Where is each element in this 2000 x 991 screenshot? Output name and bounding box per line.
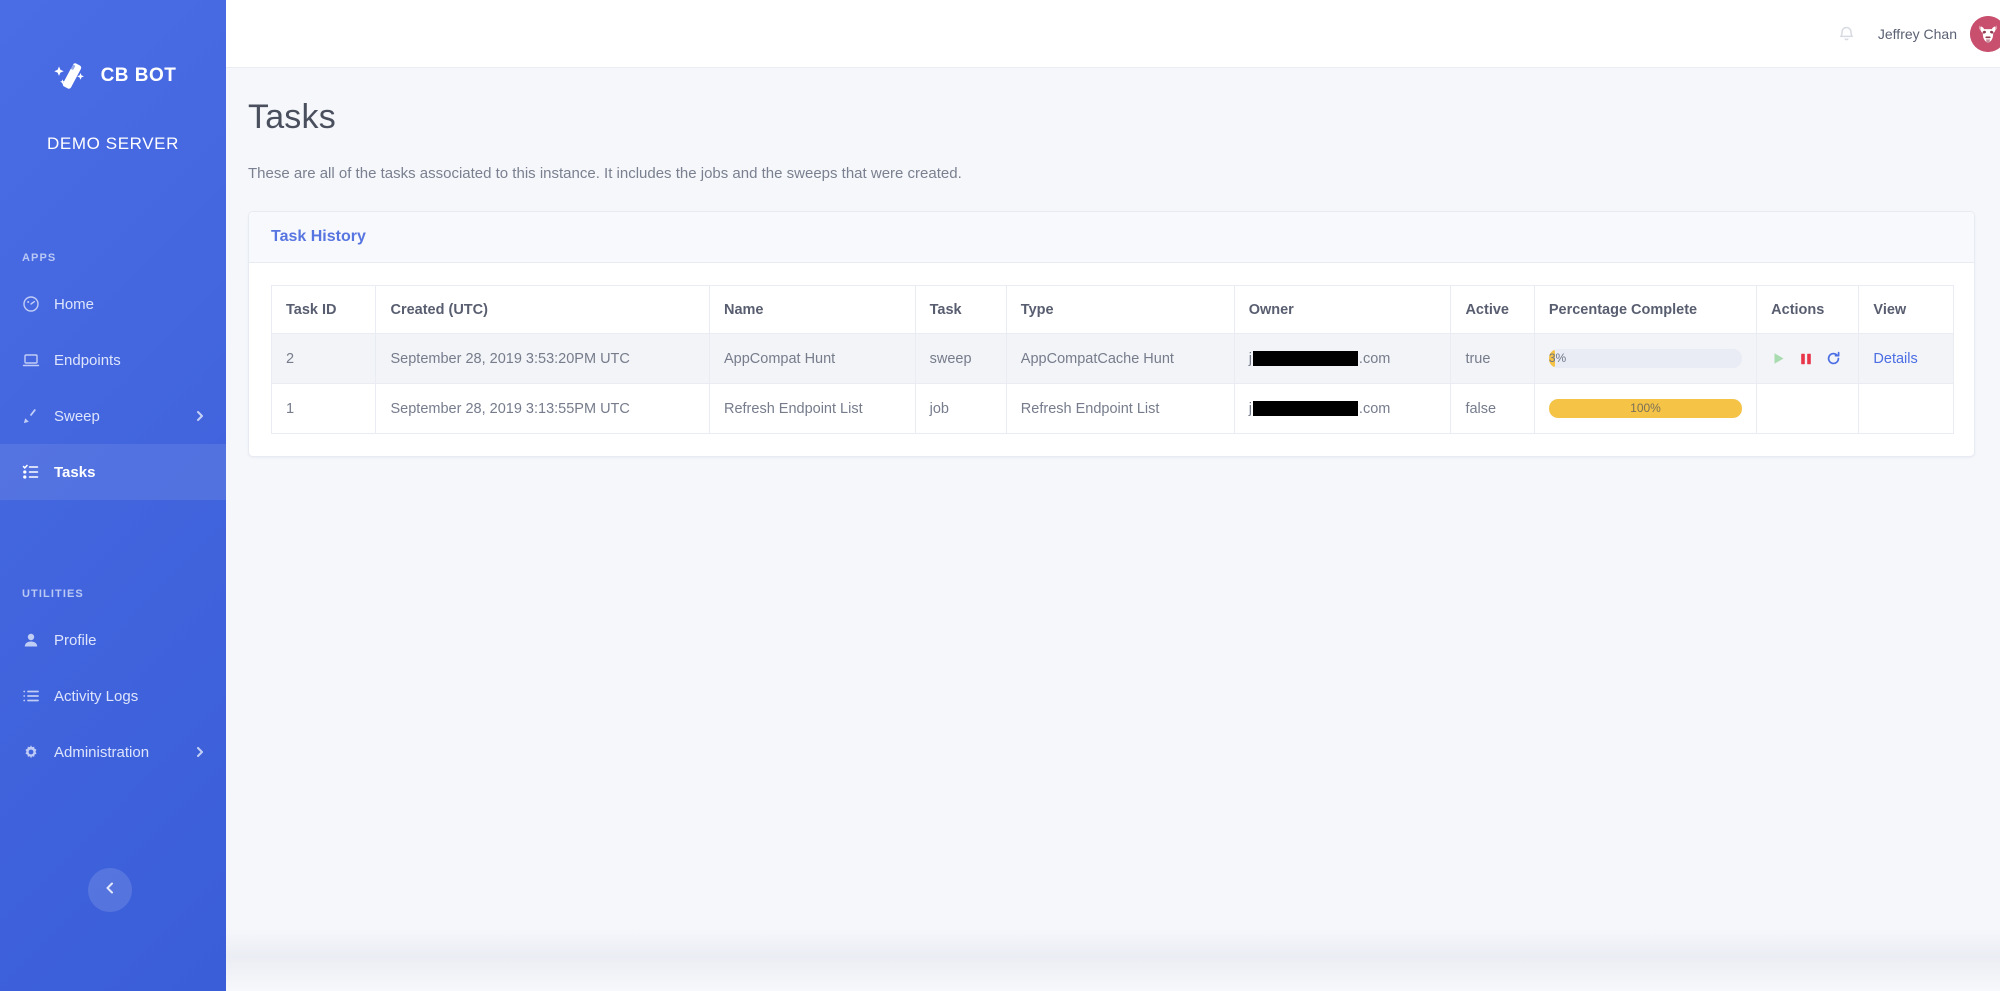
avatar[interactable] [1970, 15, 2000, 52]
sidebar-item-label: Home [54, 295, 95, 313]
app-root: CB BOT DEMO SERVER APPS Home Endpoints S… [0, 0, 2000, 991]
cell-owner: j .com [1233, 383, 1452, 434]
cell-view [1858, 383, 1954, 434]
cell-active: false [1450, 383, 1535, 434]
card-header: Task History [249, 212, 1974, 263]
cell-owner: j .com [1233, 333, 1452, 384]
redaction-bar [1252, 351, 1358, 366]
tasks-table: Task ID Created (UTC) Name Task Type Own… [270, 285, 1954, 434]
user-name: Jeffrey Chan [1877, 25, 1957, 42]
cell-view: Details [1858, 333, 1954, 384]
table-head: Task ID Created (UTC) Name Task Type Own… [270, 285, 1954, 334]
column-header-view: View [1858, 285, 1954, 334]
task-history-card: Task History Task ID Created (UTC) Name … [248, 211, 1975, 457]
card-title: Task History [271, 228, 366, 245]
play-icon[interactable] [1771, 351, 1786, 366]
brand[interactable]: CB BOT [0, 0, 226, 120]
table-row[interactable]: 2 September 28, 2019 3:53:20PM UTC AppCo… [270, 333, 1954, 384]
column-header-active: Active [1450, 285, 1535, 334]
page-title: Tasks [248, 98, 336, 136]
cell-created: September 28, 2019 3:53:20PM UTC [375, 333, 710, 384]
sidebar-collapse-button[interactable] [88, 868, 132, 912]
gear-icon [22, 743, 40, 761]
task-list-icon [22, 463, 40, 481]
sidebar-item-label: Profile [54, 631, 97, 649]
cell-type: Refresh Endpoint List [1005, 383, 1235, 434]
column-header-name: Name [708, 285, 916, 334]
progress-bar: 100% [1548, 399, 1743, 418]
nav-section-utilities-label: UTILITIES [22, 588, 84, 600]
refresh-icon[interactable] [1826, 351, 1841, 366]
sidebar-item-label: Administration [54, 743, 150, 761]
table-row[interactable]: 1 September 28, 2019 3:13:55PM UTC Refre… [270, 383, 1954, 434]
broom-icon [22, 407, 40, 425]
sidebar-item-label: Sweep [54, 407, 100, 425]
sidebar-item-tasks[interactable]: Tasks [0, 444, 226, 500]
sidebar-item-home[interactable]: Home [0, 276, 226, 332]
cell-task-id: 1 [270, 383, 377, 434]
sidebar-item-label: Activity Logs [54, 687, 139, 705]
column-header-task: Task [914, 285, 1007, 334]
sidebar-item-label: Endpoints [54, 351, 121, 369]
table-header-row: Task ID Created (UTC) Name Task Type Own… [270, 285, 1954, 334]
redaction-bar [1252, 401, 1358, 416]
pause-icon[interactable] [1799, 352, 1813, 366]
top-navbar: Jeffrey Chan [226, 0, 2000, 68]
cell-task: sweep [914, 333, 1007, 384]
sidebar: CB BOT DEMO SERVER APPS Home Endpoints S… [0, 0, 226, 991]
page-content: Tasks These are all of the tasks associa… [226, 68, 2000, 991]
owner-suffix: .com [1358, 350, 1391, 367]
owner-prefix: j [1248, 400, 1252, 417]
sidebar-item-sweep[interactable]: Sweep [0, 388, 226, 444]
cell-actions [1756, 333, 1860, 384]
owner-prefix: j [1248, 350, 1252, 367]
column-header-actions: Actions [1756, 285, 1860, 334]
page-description: These are all of the tasks associated to… [248, 165, 962, 182]
main-area: Jeffrey Chan Tasks These are all of the … [226, 0, 2000, 991]
user-menu[interactable]: Jeffrey Chan [1877, 15, 2000, 52]
details-link[interactable]: Details [1873, 351, 1917, 367]
cell-name: AppCompat Hunt [708, 333, 916, 384]
progress-bar: 3% [1548, 349, 1743, 368]
column-header-type: Type [1005, 285, 1235, 334]
chevron-right-icon[interactable] [194, 746, 206, 758]
magic-wand-icon [50, 56, 90, 96]
sidebar-item-activity-logs[interactable]: Activity Logs [0, 668, 226, 724]
cell-actions [1756, 383, 1860, 434]
brand-name: CB BOT [100, 65, 177, 86]
cell-percentage: 3% [1533, 333, 1758, 384]
cell-task: job [914, 383, 1007, 434]
cell-type: AppCompatCache Hunt [1005, 333, 1235, 384]
column-header-task-id: Task ID [270, 285, 377, 334]
column-header-created: Created (UTC) [375, 285, 710, 334]
sidebar-item-endpoints[interactable]: Endpoints [0, 332, 226, 388]
cell-created: September 28, 2019 3:13:55PM UTC [375, 383, 710, 434]
sidebar-item-administration[interactable]: Administration [0, 724, 226, 780]
cell-task-id: 2 [270, 333, 377, 384]
server-name: DEMO SERVER [47, 134, 179, 153]
column-header-percentage: Percentage Complete [1533, 285, 1758, 334]
sidebar-item-profile[interactable]: Profile [0, 612, 226, 668]
progress-label: 3% [1548, 351, 1567, 365]
table-body: 2 September 28, 2019 3:53:20PM UTC AppCo… [270, 333, 1954, 434]
sidebar-item-label: Tasks [54, 463, 96, 481]
list-icon [22, 687, 40, 705]
column-header-owner: Owner [1233, 285, 1452, 334]
cell-percentage: 100% [1533, 383, 1758, 434]
nav-section-apps-label: APPS [22, 252, 57, 264]
progress-label: 100% [1630, 401, 1661, 415]
cell-name: Refresh Endpoint List [708, 383, 916, 434]
dashboard-icon [22, 295, 40, 313]
chevron-right-icon[interactable] [194, 410, 206, 422]
bell-icon[interactable] [1837, 24, 1856, 43]
user-icon [22, 631, 40, 649]
owner-suffix: .com [1358, 400, 1391, 417]
card-body: Task ID Created (UTC) Name Task Type Own… [249, 263, 1974, 456]
chevron-left-icon [103, 881, 117, 900]
laptop-icon [22, 351, 40, 369]
cell-active: true [1450, 333, 1535, 384]
